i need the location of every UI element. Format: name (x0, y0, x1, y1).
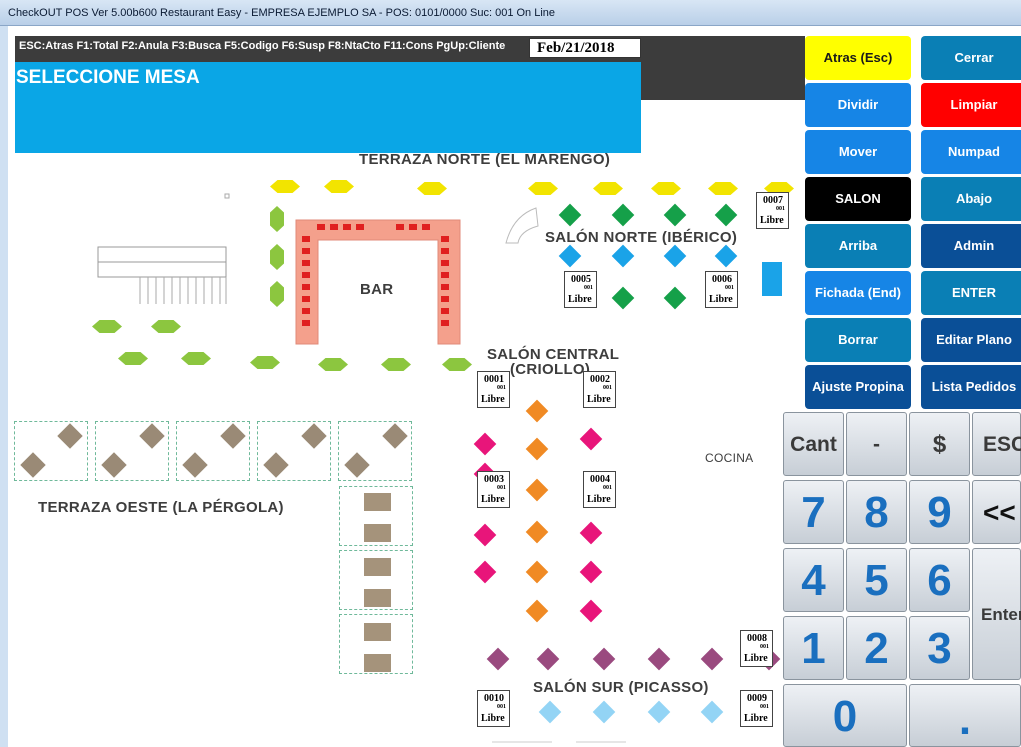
table-number: 0010 (484, 693, 504, 704)
table-branch: 001 (497, 704, 506, 710)
salon-button[interactable]: SALON (805, 177, 911, 221)
digit-2-key[interactable]: 2 (846, 616, 907, 680)
window-frame (0, 26, 8, 747)
table-number: 0006 (712, 274, 732, 285)
move-button[interactable]: Mover (805, 130, 911, 174)
digit-4-key[interactable]: 4 (783, 548, 844, 612)
table-number: 0009 (747, 693, 767, 704)
clock-in-button[interactable]: Fichada (End) (805, 271, 911, 315)
table-number: 0003 (484, 474, 504, 485)
table-card-0005[interactable]: 0005 001 Libre (564, 271, 597, 308)
table-card-0003[interactable]: 0003 001 Libre (477, 471, 510, 508)
table-card-0008[interactable]: 0008 001 Libre (740, 630, 773, 667)
table-number: 0002 (590, 374, 610, 385)
edit-plan-button[interactable]: Editar Plano (921, 318, 1021, 362)
digit-7-key[interactable]: 7 (783, 480, 844, 544)
enter-key[interactable]: Enter (972, 548, 1021, 680)
digit-1-key[interactable]: 1 (783, 616, 844, 680)
table-status: Libre (709, 294, 733, 305)
clear-button[interactable]: Limpiar (921, 83, 1021, 127)
table-branch: 001 (603, 385, 612, 391)
table-status: Libre (744, 713, 768, 724)
table-branch: 001 (584, 285, 593, 291)
decimal-key[interactable]: . (909, 684, 1021, 747)
table-branch: 001 (760, 704, 769, 710)
dollar-key[interactable]: $ (909, 412, 970, 476)
table-card-0006[interactable]: 0006 001 Libre (705, 271, 738, 308)
table-branch: 001 (497, 385, 506, 391)
digit-3-key[interactable]: 3 (909, 616, 970, 680)
table-card-0002[interactable]: 0002 001 Libre (583, 371, 616, 408)
table-number: 0007 (763, 195, 783, 206)
down-button[interactable]: Abajo (921, 177, 1021, 221)
escape-key[interactable]: ESC (972, 412, 1021, 476)
up-button[interactable]: Arriba (805, 224, 911, 268)
table-card-0004[interactable]: 0004 001 Libre (583, 471, 616, 508)
table-status: Libre (744, 653, 768, 664)
enter-button[interactable]: ENTER (921, 271, 1021, 315)
minus-key[interactable]: - (846, 412, 907, 476)
table-status: Libre (587, 494, 611, 505)
table-number: 0005 (571, 274, 591, 285)
admin-button[interactable]: Admin (921, 224, 1021, 268)
table-card-0007[interactable]: 0007 001 Libre (756, 192, 789, 229)
table-spot[interactable] (364, 589, 391, 607)
table-branch: 001 (497, 485, 506, 491)
window-titlebar: CheckOUT POS Ver 5.00b600 Restaurant Eas… (0, 0, 1021, 26)
order-list-button[interactable]: Lista Pedidos (921, 365, 1021, 409)
back-button[interactable]: Atras (Esc) (805, 36, 911, 80)
digit-9-key[interactable]: 9 (909, 480, 970, 544)
split-button[interactable]: Dividir (805, 83, 911, 127)
table-spot[interactable] (364, 654, 391, 672)
table-status: Libre (481, 713, 505, 724)
tip-adjust-button[interactable]: Ajuste Propina (805, 365, 911, 409)
digit-8-key[interactable]: 8 (846, 480, 907, 544)
digit-0-key[interactable]: 0 (783, 684, 907, 747)
table-spot[interactable] (364, 558, 391, 576)
table-status: Libre (568, 294, 592, 305)
table-spot[interactable] (364, 493, 391, 511)
table-card-0010[interactable]: 0010 001 Libre (477, 690, 510, 727)
table-number: 0008 (747, 633, 767, 644)
table-status: Libre (587, 394, 611, 405)
table-number: 0001 (484, 374, 504, 385)
numpad-button[interactable]: Numpad (921, 130, 1021, 174)
table-card-0009[interactable]: 0009 001 Libre (740, 690, 773, 727)
digit-6-key[interactable]: 6 (909, 548, 970, 612)
table-spot[interactable] (762, 262, 782, 296)
table-number: 0004 (590, 474, 610, 485)
table-status: Libre (760, 215, 784, 226)
digit-5-key[interactable]: 5 (846, 548, 907, 612)
floor-plan-canvas: ESC:Atras F1:Total F2:Anula F3:Busca F5:… (8, 26, 1021, 747)
table-branch: 001 (603, 485, 612, 491)
table-branch: 001 (725, 285, 734, 291)
window-title: CheckOUT POS Ver 5.00b600 Restaurant Eas… (8, 7, 556, 19)
table-status: Libre (481, 394, 505, 405)
table-status: Libre (481, 494, 505, 505)
table-spot[interactable] (364, 623, 391, 641)
backspace-key[interactable]: << (972, 480, 1021, 544)
delete-button[interactable]: Borrar (805, 318, 911, 362)
table-card-0001[interactable]: 0001 001 Libre (477, 371, 510, 408)
table-spot[interactable] (364, 524, 391, 542)
table-branch: 001 (760, 644, 769, 650)
table-branch: 001 (776, 206, 785, 212)
close-button[interactable]: Cerrar (921, 36, 1021, 80)
quantity-key[interactable]: Cant (783, 412, 844, 476)
